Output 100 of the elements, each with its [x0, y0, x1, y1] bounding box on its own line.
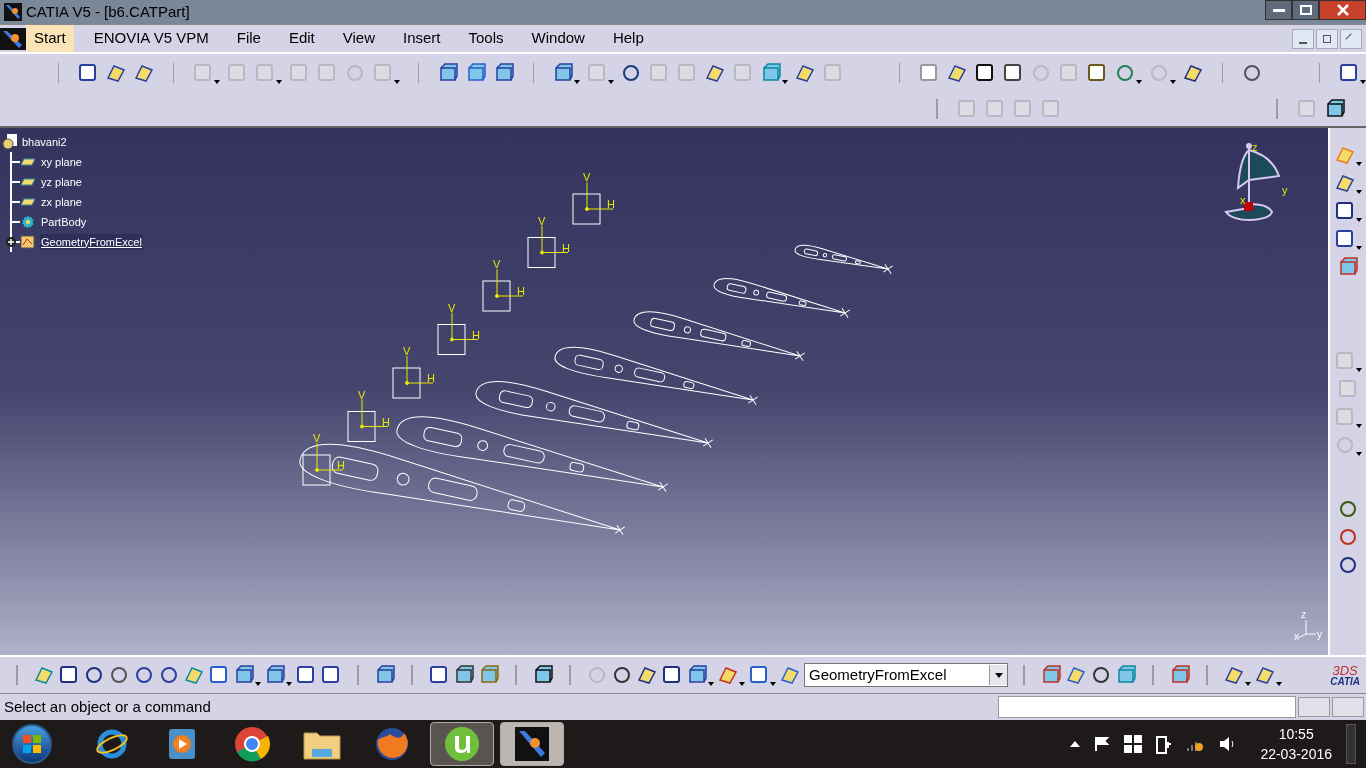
axis-label: H — [382, 415, 390, 428]
maximize-button[interactable] — [1292, 0, 1319, 20]
plane-icon — [20, 178, 36, 186]
minimize-button[interactable] — [1265, 0, 1292, 20]
axis-label: H — [562, 241, 570, 254]
windows-logo-icon[interactable] — [1124, 735, 1143, 753]
menu-item[interactable]: Edit — [280, 24, 323, 53]
axis-triad-icon — [1297, 619, 1317, 639]
sketch-plane — [482, 280, 511, 312]
menu-item[interactable]: File — [228, 24, 269, 53]
tree-item[interactable]: GeometryFromExcel — [40, 233, 143, 251]
caret-icon[interactable] — [1359, 80, 1366, 84]
triad-label: z — [1301, 609, 1306, 620]
compass-label: z — [1252, 141, 1258, 153]
toolbar-icon[interactable] — [1324, 98, 1346, 120]
tree-item[interactable]: xy plane — [40, 153, 83, 171]
caret-icon[interactable] — [213, 80, 220, 84]
menu-item[interactable]: Start — [26, 24, 74, 53]
caret-icon[interactable] — [1170, 80, 1177, 84]
axis-label: H — [472, 328, 480, 341]
tree-item[interactable]: yz plane — [40, 173, 83, 191]
caret-icon[interactable] — [573, 80, 580, 84]
flag-icon[interactable] — [1094, 736, 1111, 752]
menu-item[interactable]: Tools — [460, 24, 512, 53]
caret-icon[interactable] — [286, 682, 292, 686]
axis-label: V — [448, 301, 456, 314]
sketch-plane — [527, 237, 556, 268]
axis-label: H — [607, 198, 615, 210]
doc-minimize-button[interactable] — [1292, 28, 1314, 49]
part-icon — [2, 134, 18, 150]
plane-icon — [20, 198, 36, 206]
start-button[interactable] — [12, 724, 52, 764]
compass-label: y — [1282, 184, 1288, 196]
doc-restore-button[interactable] — [1316, 28, 1338, 49]
axis-label: V — [493, 258, 501, 270]
toolbar-icon[interactable] — [793, 62, 816, 84]
sketch-axes — [315, 442, 344, 472]
windows-logo-icon — [22, 734, 42, 754]
compass-label: x — [1240, 194, 1246, 206]
tree-root-label[interactable]: bhavani2 — [22, 133, 67, 151]
axis-label: H — [337, 459, 345, 471]
taskbar-app[interactable] — [430, 722, 494, 766]
caret-icon[interactable] — [255, 682, 261, 686]
toolbar-icon[interactable] — [703, 62, 726, 84]
caret-icon[interactable] — [1356, 190, 1362, 194]
clock[interactable]: 10:55 22-03-2016 — [1260, 724, 1332, 764]
caret-icon[interactable] — [1276, 682, 1282, 686]
close-button[interactable] — [1319, 0, 1366, 20]
caret-icon[interactable] — [1356, 452, 1362, 456]
firefox-icon — [374, 726, 410, 762]
plane-icon — [20, 158, 36, 166]
caret-icon[interactable] — [1356, 368, 1362, 372]
tree-item[interactable]: PartBody — [40, 213, 88, 231]
utorrent-icon — [444, 726, 480, 762]
taskbar-app[interactable] — [500, 722, 564, 766]
axis-label: H — [517, 285, 525, 297]
caret-icon[interactable] — [1356, 162, 1362, 166]
command-input-field[interactable] — [998, 696, 1296, 718]
triad-label: x — [1294, 631, 1299, 642]
expand-icon[interactable] — [6, 237, 16, 247]
menu-item[interactable]: View — [334, 24, 383, 53]
logo-text: CATIA — [1330, 676, 1360, 687]
caret-icon[interactable] — [393, 80, 400, 84]
menu-item[interactable]: Help — [604, 24, 652, 53]
sketch-axes — [495, 268, 524, 298]
sketch-axes — [450, 312, 479, 342]
caret-icon[interactable] — [770, 682, 776, 686]
gear-body-icon — [20, 214, 36, 230]
browser-e-icon — [95, 727, 129, 761]
menu-item[interactable]: ENOVIA V5 VPM — [85, 24, 217, 53]
caret-icon[interactable] — [1356, 218, 1362, 222]
caret-icon[interactable] — [708, 682, 714, 686]
caret-icon[interactable] — [739, 682, 745, 686]
close-icon — [1336, 4, 1349, 16]
caret-icon[interactable] — [1136, 80, 1143, 84]
3d-viewport[interactable]: bhavani2 xy plane yz plane zx plane PartBody GeometryFromExcel V H V H V H V H V H V H V H z y x z x y — [0, 128, 1328, 655]
show-hidden-icon[interactable] — [1070, 741, 1081, 747]
caret-icon[interactable] — [1356, 246, 1362, 250]
axis-label: V — [403, 345, 411, 357]
tree-item[interactable]: zx plane — [40, 193, 83, 211]
sketch-plane — [302, 454, 331, 486]
menu-item[interactable]: Insert — [395, 24, 449, 53]
battery-plug-icon[interactable] — [1156, 734, 1173, 754]
sketch-axes — [405, 355, 434, 385]
caret-icon[interactable] — [1356, 424, 1362, 428]
sketch-plane — [572, 193, 601, 225]
caret-icon[interactable] — [607, 80, 614, 84]
caret-icon[interactable] — [1245, 682, 1251, 686]
layer-dropdown[interactable]: GeometryFromExcel — [804, 663, 1008, 687]
sketch-plane — [392, 367, 421, 399]
caret-icon[interactable] — [781, 80, 788, 84]
sketch-plane — [437, 324, 466, 355]
sketch-axes — [540, 225, 569, 255]
caret-icon[interactable] — [275, 80, 282, 84]
caret-icon — [994, 672, 1003, 678]
menu-item[interactable]: Window — [523, 24, 593, 53]
triad-label: y — [1317, 629, 1322, 640]
sketch-axes — [360, 399, 389, 429]
plane-icon[interactable] — [132, 62, 155, 84]
speaker-icon[interactable] — [1218, 735, 1237, 753]
